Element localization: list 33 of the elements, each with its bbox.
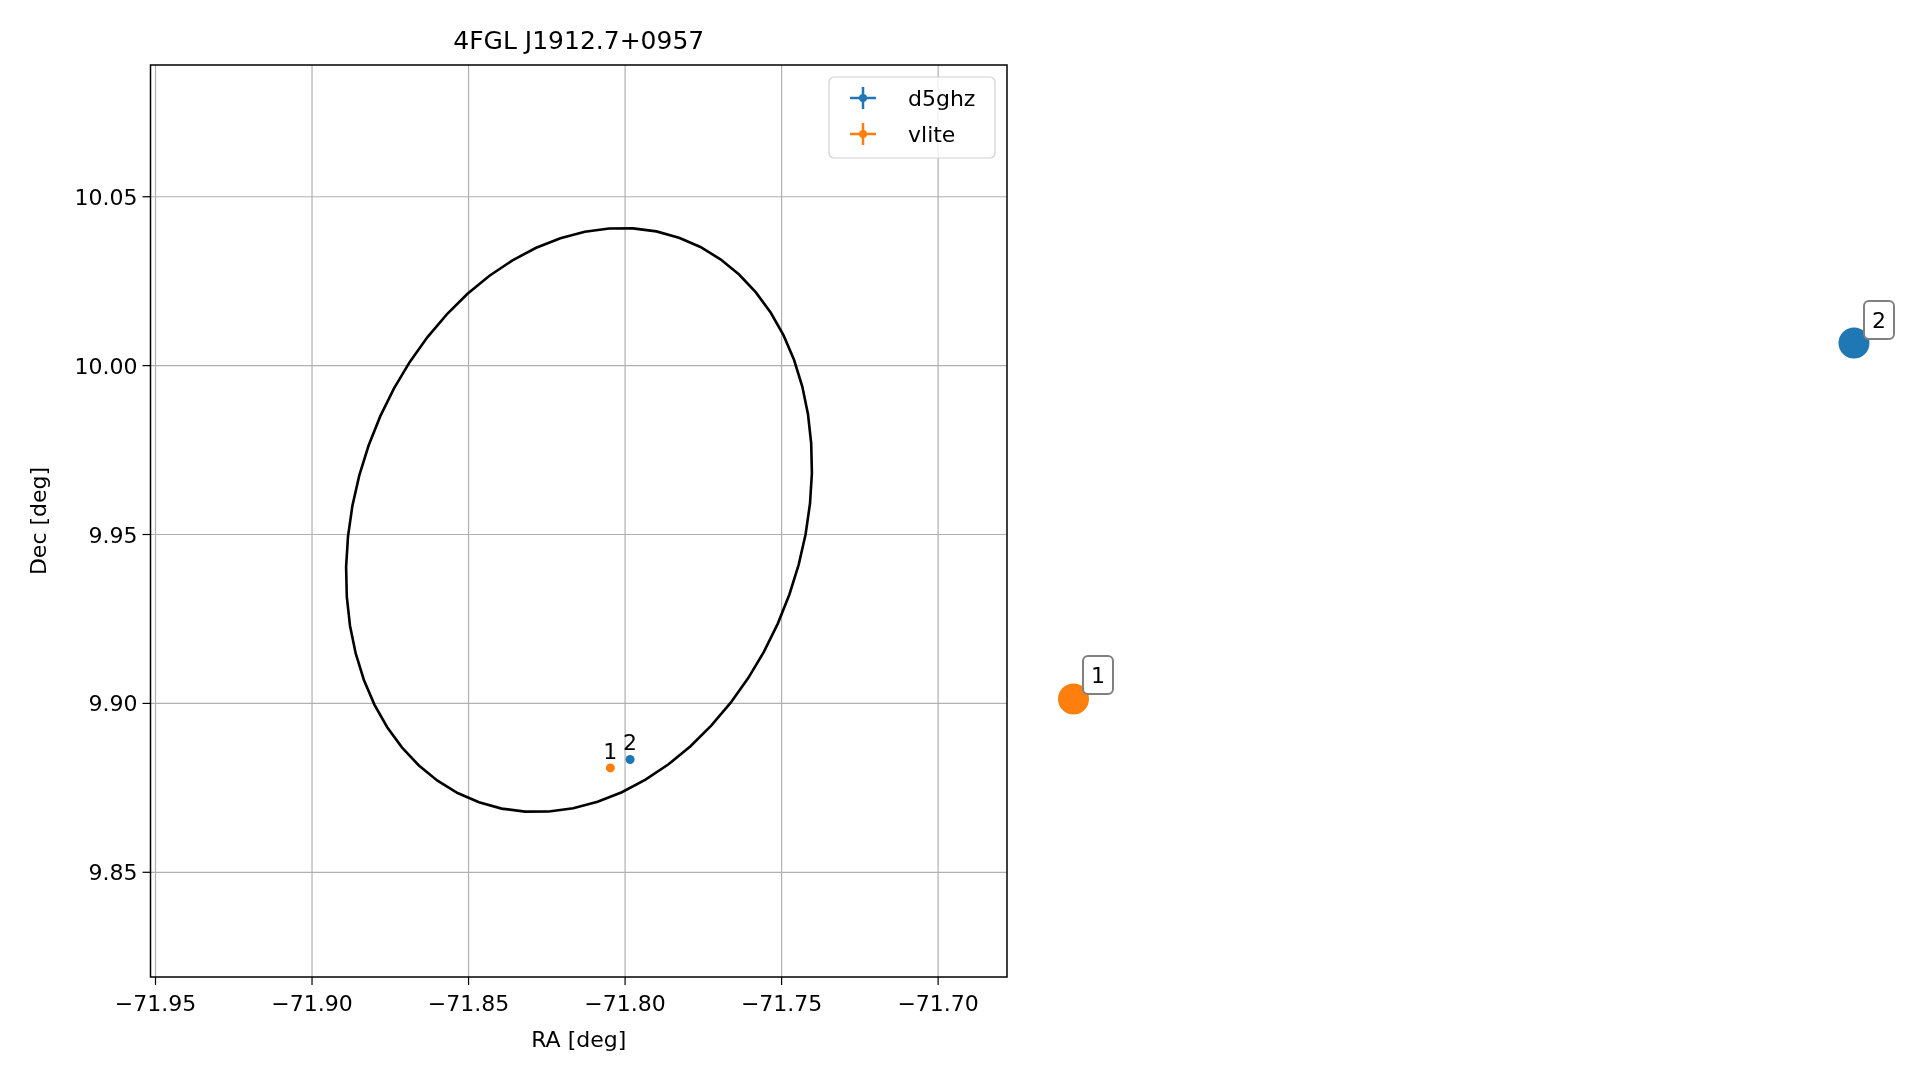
tick-label: 9.85	[88, 860, 138, 886]
tick-mark	[141, 196, 152, 198]
tick-mark	[937, 976, 939, 986]
tick-label: −71.95	[114, 991, 197, 1016]
tick-mark	[467, 976, 470, 986]
tick-label: −71.85	[427, 991, 510, 1016]
marker-label-box	[1863, 300, 1895, 340]
tick-mark	[311, 976, 313, 986]
tick-mark	[624, 976, 626, 986]
tick-label: 10.00	[74, 353, 138, 379]
point-label: 1	[603, 738, 618, 764]
y-axis-label: Dec [deg]	[26, 466, 51, 576]
tick-mark	[154, 976, 157, 986]
tick-mark	[781, 976, 783, 986]
legend-label: d5ghz	[908, 86, 976, 111]
marker-label: 1	[1091, 663, 1105, 688]
legend-label: vlite	[908, 122, 956, 147]
tick-mark	[141, 871, 152, 873]
tick-label: −71.90	[271, 991, 353, 1016]
tick-label: −71.75	[740, 991, 823, 1016]
tick-label: 9.95	[88, 522, 138, 548]
tick-label: −71.70	[897, 991, 979, 1016]
marker-label: 2	[1872, 308, 1886, 333]
tick-mark	[141, 365, 152, 367]
tick-mark	[141, 533, 152, 536]
marker-label-box	[1082, 655, 1114, 695]
x-axis-label: RA [deg]	[531, 1027, 627, 1052]
tick-label: −71.80	[584, 991, 666, 1016]
tick-label: 10.05	[74, 184, 138, 210]
tick-label: 9.90	[88, 691, 138, 717]
point-label: 2	[623, 730, 638, 756]
chart-title: 4FGL J1912.7+0957	[453, 26, 705, 55]
tick-mark	[141, 702, 152, 704]
